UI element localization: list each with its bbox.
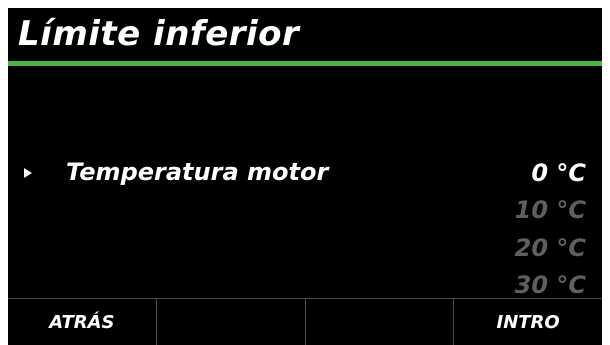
value-option[interactable]: 10 °C bbox=[515, 196, 586, 224]
value-option-selected[interactable]: 0 °C bbox=[531, 159, 586, 187]
selection-arrow-icon bbox=[24, 168, 32, 178]
value-option[interactable]: 30 °C bbox=[515, 271, 586, 299]
title-divider bbox=[8, 61, 602, 66]
back-button[interactable]: ATRÁS bbox=[8, 299, 156, 345]
softkey-3[interactable] bbox=[304, 299, 454, 345]
softkey-2[interactable] bbox=[155, 299, 305, 345]
page-title: Límite inferior bbox=[18, 14, 300, 54]
value-option[interactable]: 20 °C bbox=[515, 234, 586, 262]
display-screen: Límite inferior Temperatura motor 0 °C 1… bbox=[8, 8, 602, 345]
enter-button[interactable]: INTRO bbox=[453, 299, 602, 345]
parameter-row-selected[interactable]: Temperatura motor bbox=[8, 158, 602, 192]
softkey-bar: ATRÁS INTRO bbox=[8, 299, 602, 345]
parameter-label: Temperatura motor bbox=[66, 158, 329, 186]
